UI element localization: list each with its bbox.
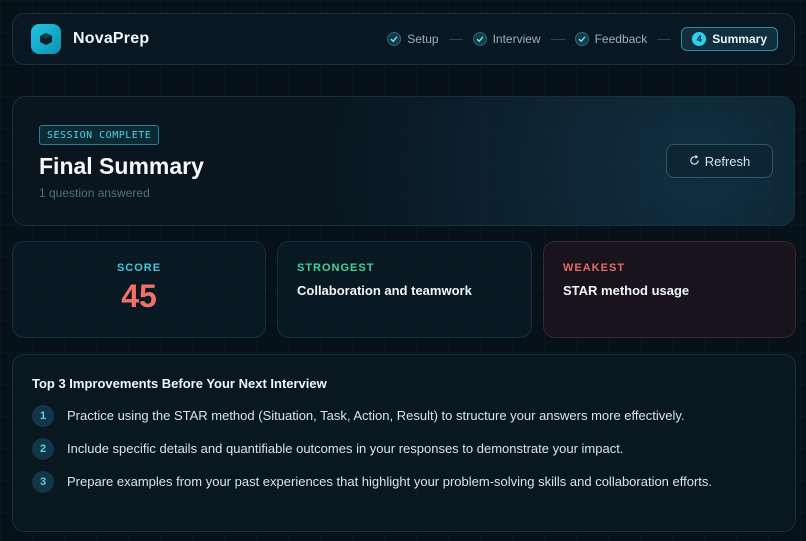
app-name: NovaPrep	[73, 30, 150, 47]
refresh-label: Refresh	[704, 153, 751, 169]
step-interview[interactable]: Interview	[472, 32, 541, 46]
list-item: 2 Include specific details and quantifia…	[32, 438, 772, 460]
weakest-value: STAR method usage	[563, 283, 690, 298]
strongest-value: Collaboration and teamwork	[297, 283, 472, 298]
questions-answered-count: 1 question answered	[39, 186, 150, 200]
list-item: 1 Practice using the STAR method (Situat…	[32, 405, 772, 427]
item-number-badge: 1	[32, 405, 54, 427]
step-label: Summary	[712, 32, 767, 46]
list-item: 3 Prepare examples from your past experi…	[32, 471, 772, 493]
progress-steps: Setup Interview Feedback 4 Summary	[387, 27, 778, 51]
step-divider	[550, 38, 565, 40]
session-complete-badge: SESSION COMPLETE	[39, 125, 160, 145]
check-icon	[387, 32, 402, 46]
weakest-label: WEAKEST	[563, 262, 625, 274]
improvements-list: 1 Practice using the STAR method (Situat…	[32, 405, 772, 504]
item-text: Practice using the STAR method (Situatio…	[67, 408, 685, 423]
cube-logo-icon	[31, 24, 61, 54]
refresh-icon	[689, 154, 700, 169]
step-divider	[448, 38, 463, 40]
top-header: NovaPrep Setup Interview Feedback 4 Summ…	[12, 13, 795, 65]
item-text: Include specific details and quantifiabl…	[67, 441, 624, 456]
strongest-label: STRONGEST	[297, 262, 375, 274]
step-feedback[interactable]: Feedback	[574, 32, 648, 46]
page-title: Final Summary	[39, 153, 204, 179]
step-label: Interview	[492, 32, 541, 46]
step-summary[interactable]: 4 Summary	[681, 27, 778, 51]
weakest-card: WEAKEST STAR method usage	[543, 241, 796, 338]
strongest-card: STRONGEST Collaboration and teamwork	[277, 241, 532, 338]
score-value: 45	[121, 278, 157, 314]
item-number-badge: 3	[32, 471, 54, 493]
step-number-badge: 4	[692, 32, 707, 46]
step-label: Setup	[407, 32, 439, 46]
step-divider	[657, 38, 672, 40]
step-setup[interactable]: Setup	[387, 32, 439, 46]
step-label: Feedback	[594, 32, 648, 46]
improvements-card: Top 3 Improvements Before Your Next Inte…	[12, 354, 796, 532]
check-icon	[574, 32, 589, 46]
brand[interactable]: NovaPrep	[31, 24, 149, 54]
score-label: SCORE	[116, 262, 162, 274]
improvements-title: Top 3 Improvements Before Your Next Inte…	[32, 376, 327, 391]
summary-card: SESSION COMPLETE Final Summary 1 questio…	[12, 96, 795, 226]
item-number-badge: 2	[32, 438, 54, 460]
check-icon	[472, 32, 487, 46]
item-text: Prepare examples from your past experien…	[67, 474, 713, 489]
score-card: SCORE 45	[12, 241, 266, 338]
refresh-button[interactable]: Refresh	[666, 144, 773, 178]
